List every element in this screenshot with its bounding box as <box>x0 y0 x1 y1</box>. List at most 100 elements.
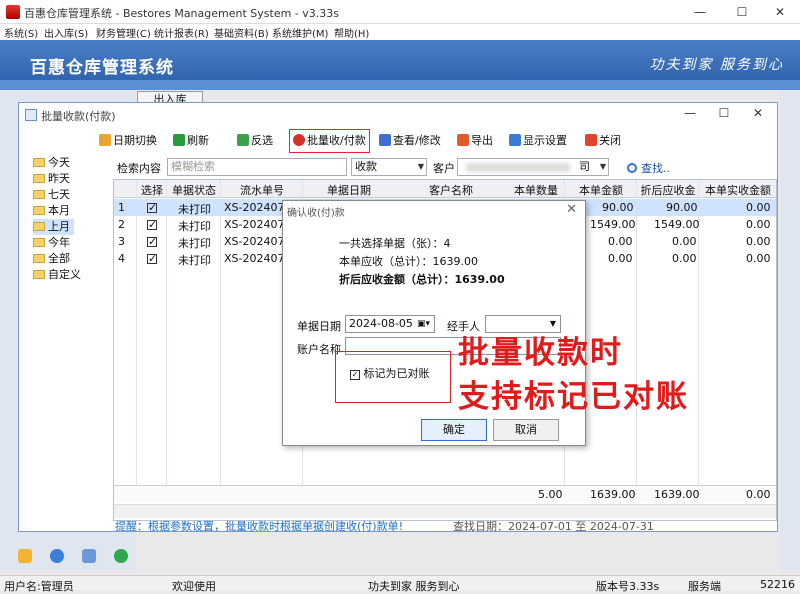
refresh-icon[interactable] <box>114 549 128 563</box>
clock-icon[interactable] <box>50 549 64 563</box>
inner-minimize-button[interactable]: — <box>675 106 705 120</box>
invert-select-button[interactable]: 反选 <box>237 132 273 150</box>
inner-window-title: 批量收款(付款) <box>41 110 116 123</box>
date-label: 单据日期 <box>297 320 341 333</box>
col-status: 单据状态 <box>172 184 216 197</box>
inner-close-button[interactable]: ✕ <box>743 106 773 120</box>
status-slogan: 功夫到家 服务到心 <box>368 580 460 593</box>
chevron-down-icon: ▼ <box>417 162 424 171</box>
refresh-icon <box>173 134 185 146</box>
col-amount: 本单金额 <box>579 184 623 197</box>
minimize-button[interactable]: — <box>680 0 720 24</box>
status-service: 服务端 <box>688 580 721 593</box>
window-icon <box>25 109 37 121</box>
totals-row: 5.00 1639.00 1639.00 0.00 <box>114 485 776 502</box>
batch-pay-icon <box>293 134 305 146</box>
tree-item-seven-days[interactable]: 七天 <box>33 187 70 203</box>
mark-reconciled-highlight: ✓ 标记为已对账 <box>335 351 451 403</box>
col-received: 本单实收金额 <box>705 184 771 197</box>
refresh-button[interactable]: 刷新 <box>173 132 209 150</box>
cancel-button[interactable]: 取消 <box>493 419 559 441</box>
close-button[interactable]: 关闭 <box>585 132 621 150</box>
note-icon[interactable] <box>18 549 32 563</box>
maximize-button[interactable]: ☐ <box>722 0 762 24</box>
view-edit-button[interactable]: 查看/修改 <box>379 132 441 150</box>
col-discount: 折后应收金 <box>640 184 696 197</box>
menu-finance[interactable]: 财务管理(C) <box>96 25 151 40</box>
settings-icon <box>509 134 521 146</box>
tree-item-yesterday[interactable]: 昨天 <box>33 171 70 187</box>
banner-band <box>0 80 800 90</box>
due-line: 本单应收（总计）：1639.00 <box>339 255 478 268</box>
row-checkbox[interactable]: ✓ <box>147 236 157 247</box>
folder-icon <box>33 254 45 263</box>
folder-icon <box>33 238 45 247</box>
tree-item-today[interactable]: 今天 <box>33 155 70 171</box>
date-tree: 今天 昨天 七天 本月 上月 今年 全部 自定义 <box>23 153 109 533</box>
folder-icon <box>33 270 45 279</box>
checkbox-icon: ✓ <box>350 370 360 380</box>
blurred-customer <box>466 163 570 172</box>
banner-slogan: 功夫到家 服务到心 <box>649 57 784 73</box>
search-label: 检索内容 <box>117 162 161 175</box>
status-port: 52216 <box>760 578 795 591</box>
row-checkbox[interactable]: ✓ <box>147 219 157 230</box>
window-title: 百惠仓库管理系统 - Bestores Management System - … <box>24 7 339 20</box>
view-edit-icon <box>379 134 391 146</box>
tree-item-this-year[interactable]: 今年 <box>33 235 70 251</box>
calendar-icon[interactable]: ▣▾ <box>417 316 430 332</box>
export-icon <box>457 134 469 146</box>
export-button[interactable]: 导出 <box>457 132 493 150</box>
menu-help[interactable]: 帮助(H) <box>334 25 369 40</box>
search-icon <box>627 163 637 173</box>
close-window-button[interactable]: ✕ <box>760 0 800 24</box>
date-switch-button[interactable]: 日期切换 <box>99 132 157 150</box>
menu-stock[interactable]: 出入库(S) <box>44 25 88 40</box>
right-dock-panel <box>780 90 800 570</box>
ok-button[interactable]: 确定 <box>421 419 487 441</box>
mark-reconciled-checkbox[interactable]: ✓ 标记为已对账 <box>350 365 430 381</box>
col-serial: 流水单号 <box>240 184 284 197</box>
tree-item-this-month[interactable]: 本月 <box>33 203 70 219</box>
dialog-close-icon[interactable]: ✕ <box>566 202 577 217</box>
status-bar: 用户名:管理员 欢迎使用 功夫到家 服务到心 版本号3.33s 服务端 5221… <box>0 575 800 593</box>
batch-pay-button[interactable]: 批量收/付款 <box>289 129 370 153</box>
banner-title: 百惠仓库管理系统 <box>30 58 174 78</box>
tree-item-all[interactable]: 全部 <box>33 251 70 267</box>
status-version: 版本号3.33s <box>596 580 660 593</box>
menu-reports[interactable]: 统计报表(R) <box>154 25 209 40</box>
row-checkbox[interactable]: ✓ <box>147 202 157 213</box>
hint-bar: 提醒：根据参数设置，批量收款时根据单据创建收(付)款单! 查找日期：2024-0… <box>113 517 777 533</box>
col-date: 单据日期 <box>327 184 371 197</box>
date-field[interactable]: 2024-08-05 ▣▾ <box>345 315 435 333</box>
customer-select[interactable]: 司 ▼ <box>457 158 609 176</box>
display-settings-button[interactable]: 显示设置 <box>509 132 567 150</box>
horizontal-scrollbar[interactable] <box>114 504 776 518</box>
annotation-line-1: 批量收款时 <box>458 335 623 371</box>
menu-bar: 系统(S) 出入库(S) 财务管理(C) 统计报表(R) 基础资料(B) 系统维… <box>0 24 800 40</box>
menu-maintenance[interactable]: 系统维护(M) <box>272 25 328 40</box>
type-select[interactable]: 收款 ▼ <box>351 158 427 176</box>
search-button[interactable]: 查找.. <box>627 160 670 176</box>
tree-item-custom[interactable]: 自定义 <box>33 267 81 283</box>
menu-system[interactable]: 系统(S) <box>4 25 38 40</box>
row-checkbox[interactable]: ✓ <box>147 253 157 264</box>
tree-item-last-month[interactable]: 上月 <box>33 219 74 235</box>
filter-bar: 检索内容 模糊检索 收款 ▼ 客户 司 ▼ 查找.. <box>113 157 777 177</box>
dialog-title: 确认收(付)款 <box>287 208 345 219</box>
chevron-down-icon: ▼ <box>599 162 606 171</box>
app-icon <box>6 5 20 19</box>
count-line: 一共选择单据（张）：4 <box>339 237 451 250</box>
annotation-line-2: 支持标记已对账 <box>458 379 689 415</box>
folder-icon <box>33 174 45 183</box>
folder-icon <box>33 222 45 231</box>
status-welcome: 欢迎使用 <box>172 580 216 593</box>
search-doc-icon[interactable] <box>82 549 96 563</box>
col-qty: 本单数量 <box>514 184 558 197</box>
status-user: 用户名:管理员 <box>4 580 74 593</box>
menu-basic-data[interactable]: 基础资料(B) <box>214 25 269 40</box>
search-input[interactable]: 模糊检索 <box>167 158 347 176</box>
inner-maximize-button[interactable]: ☐ <box>709 106 739 120</box>
folder-icon <box>33 190 45 199</box>
calendar-icon <box>99 134 111 146</box>
